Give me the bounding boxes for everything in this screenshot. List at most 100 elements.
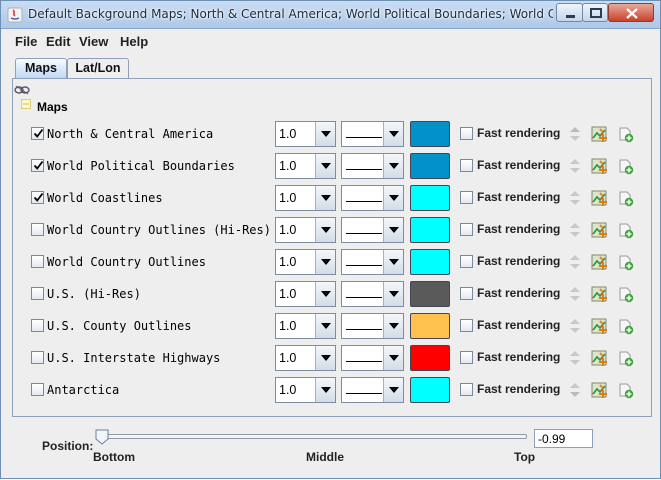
layer-color-swatch[interactable] <box>410 313 450 339</box>
edit-map-icon[interactable] <box>591 350 608 367</box>
add-layer-icon[interactable] <box>617 126 634 143</box>
edit-map-icon[interactable] <box>591 190 608 207</box>
tab-maps[interactable]: Maps <box>15 58 67 79</box>
line-width-combo[interactable]: 1.0 <box>275 345 336 371</box>
line-width-combo[interactable]: 1.0 <box>275 185 336 211</box>
layer-color-swatch[interactable] <box>410 185 450 211</box>
dropdown-arrow-icon[interactable] <box>383 346 403 370</box>
add-layer-icon[interactable] <box>617 382 634 399</box>
layer-visible-checkbox[interactable] <box>31 191 44 204</box>
menu-help[interactable]: Help <box>120 34 148 50</box>
position-slider-thumb[interactable] <box>95 429 109 445</box>
layer-visible-checkbox[interactable] <box>31 319 44 332</box>
layer-color-swatch[interactable] <box>410 217 450 243</box>
line-width-combo[interactable]: 1.0 <box>275 153 336 179</box>
edit-map-icon[interactable] <box>591 126 608 143</box>
layer-visible-checkbox[interactable] <box>31 127 44 140</box>
line-style-combo[interactable] <box>341 377 404 403</box>
line-width-combo[interactable]: 1.0 <box>275 281 336 307</box>
dropdown-arrow-icon[interactable] <box>383 218 403 242</box>
fast-rendering-checkbox[interactable] <box>460 351 473 364</box>
dropdown-arrow-icon[interactable] <box>383 282 403 306</box>
fast-rendering-checkbox[interactable] <box>460 319 473 332</box>
dropdown-arrow-icon[interactable] <box>383 250 403 274</box>
layer-visible-checkbox[interactable] <box>31 159 44 172</box>
add-layer-icon[interactable] <box>617 254 634 271</box>
layer-visible-checkbox[interactable] <box>31 255 44 268</box>
edit-map-icon[interactable] <box>591 318 608 335</box>
line-style-combo[interactable] <box>341 185 404 211</box>
title-bar[interactable]: Default Background Maps; North & Central… <box>1 1 660 29</box>
dropdown-arrow-icon[interactable] <box>315 186 335 210</box>
dropdown-arrow-icon[interactable] <box>383 314 403 338</box>
position-slider-track[interactable] <box>100 434 527 439</box>
tab-latlon[interactable]: Lat/Lon <box>67 58 129 79</box>
dropdown-arrow-icon[interactable] <box>383 186 403 210</box>
layer-color-swatch[interactable] <box>410 249 450 275</box>
fast-rendering-checkbox[interactable] <box>460 223 473 236</box>
layer-color-swatch[interactable] <box>410 377 450 403</box>
fast-rendering-checkbox[interactable] <box>460 287 473 300</box>
expand-collapse-icon[interactable] <box>21 99 31 109</box>
line-width-combo[interactable]: 1.0 <box>275 249 336 275</box>
add-layer-icon[interactable] <box>617 222 634 239</box>
fast-rendering-checkbox[interactable] <box>460 127 473 140</box>
line-style-combo[interactable] <box>341 153 404 179</box>
layer-visible-checkbox[interactable] <box>31 223 44 236</box>
dropdown-arrow-icon[interactable] <box>315 378 335 402</box>
move-up-down-icon[interactable] <box>569 220 581 240</box>
layer-visible-checkbox[interactable] <box>31 383 44 396</box>
add-layer-icon[interactable] <box>617 318 634 335</box>
layer-color-swatch[interactable] <box>410 153 450 179</box>
line-style-combo[interactable] <box>341 345 404 371</box>
maximize-button[interactable] <box>582 3 608 22</box>
fast-rendering-checkbox[interactable] <box>460 383 473 396</box>
move-up-down-icon[interactable] <box>569 348 581 368</box>
dropdown-arrow-icon[interactable] <box>315 250 335 274</box>
menu-file[interactable]: File <box>15 34 37 50</box>
dropdown-arrow-icon[interactable] <box>315 314 335 338</box>
dropdown-arrow-icon[interactable] <box>315 122 335 146</box>
line-style-combo[interactable] <box>341 281 404 307</box>
move-up-down-icon[interactable] <box>569 380 581 400</box>
line-width-combo[interactable]: 1.0 <box>275 377 336 403</box>
add-layer-icon[interactable] <box>617 158 634 175</box>
line-width-combo[interactable]: 1.0 <box>275 313 336 339</box>
line-width-combo[interactable]: 1.0 <box>275 217 336 243</box>
fast-rendering-checkbox[interactable] <box>460 191 473 204</box>
dropdown-arrow-icon[interactable] <box>315 282 335 306</box>
move-up-down-icon[interactable] <box>569 124 581 144</box>
edit-map-icon[interactable] <box>591 286 608 303</box>
menu-view[interactable]: View <box>79 34 108 50</box>
edit-map-icon[interactable] <box>591 222 608 239</box>
line-style-combo[interactable] <box>341 217 404 243</box>
move-up-down-icon[interactable] <box>569 252 581 272</box>
fast-rendering-checkbox[interactable] <box>460 159 473 172</box>
dropdown-arrow-icon[interactable] <box>383 378 403 402</box>
dropdown-arrow-icon[interactable] <box>383 122 403 146</box>
line-style-combo[interactable] <box>341 121 404 147</box>
line-width-combo[interactable]: 1.0 <box>275 121 336 147</box>
line-style-combo[interactable] <box>341 313 404 339</box>
move-up-down-icon[interactable] <box>569 188 581 208</box>
move-up-down-icon[interactable] <box>569 156 581 176</box>
move-up-down-icon[interactable] <box>569 284 581 304</box>
add-layer-icon[interactable] <box>617 350 634 367</box>
position-value-field[interactable]: -0.99 <box>534 429 593 448</box>
fast-rendering-checkbox[interactable] <box>460 255 473 268</box>
dropdown-arrow-icon[interactable] <box>383 154 403 178</box>
add-layer-icon[interactable] <box>617 286 634 303</box>
line-style-combo[interactable] <box>341 249 404 275</box>
edit-map-icon[interactable] <box>591 254 608 271</box>
layer-color-swatch[interactable] <box>410 281 450 307</box>
edit-map-icon[interactable] <box>591 382 608 399</box>
minimize-button[interactable] <box>556 3 583 22</box>
edit-map-icon[interactable] <box>591 158 608 175</box>
move-up-down-icon[interactable] <box>569 316 581 336</box>
menu-edit[interactable]: Edit <box>46 34 71 50</box>
link-icon[interactable] <box>14 84 30 96</box>
dropdown-arrow-icon[interactable] <box>315 154 335 178</box>
dropdown-arrow-icon[interactable] <box>315 346 335 370</box>
dropdown-arrow-icon[interactable] <box>315 218 335 242</box>
layer-color-swatch[interactable] <box>410 345 450 371</box>
